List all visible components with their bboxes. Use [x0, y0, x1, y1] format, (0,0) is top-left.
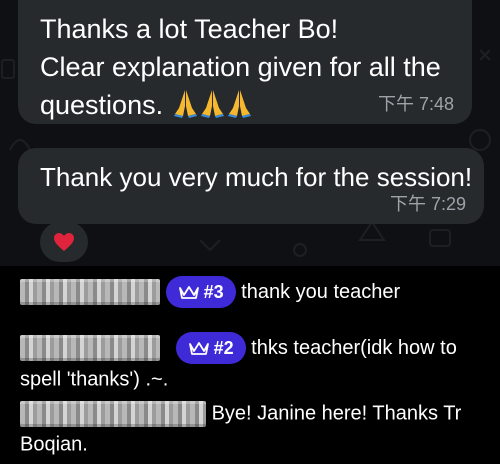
- reaction-chip[interactable]: [40, 222, 88, 262]
- message-timestamp: 下午 7:48: [377, 94, 454, 114]
- comment-item: Bye! Janine here! Thanks Tr Boqian.: [20, 398, 490, 459]
- praying-hands-icon: [227, 90, 251, 118]
- rank-badge: #3: [165, 276, 236, 308]
- rank-label: #2: [213, 338, 234, 358]
- message-bubble[interactable]: Thank you very much for the session! 下午 …: [18, 148, 484, 224]
- rank-badge: #2: [175, 332, 246, 364]
- praying-hands-icon: [200, 90, 224, 118]
- comment-text: thank you teacher: [241, 281, 401, 303]
- message-line: questions.: [40, 90, 164, 120]
- heart-icon: [54, 233, 74, 251]
- blurred-username: [20, 400, 206, 427]
- blurred-username: [20, 335, 160, 361]
- chat-area: Thanks a lot Teacher Bo! Clear explanati…: [0, 0, 500, 266]
- message-line: Clear explanation given for all the: [40, 52, 441, 82]
- praying-hands-icon: [173, 90, 197, 118]
- crown-icon: [188, 342, 209, 355]
- comment-item: #3 thank you teacher: [20, 276, 490, 308]
- message-timestamp: 下午 7:29: [389, 194, 466, 214]
- rank-label: #3: [203, 282, 224, 302]
- crown-icon: [178, 286, 199, 299]
- blurred-username: [20, 279, 160, 305]
- comment-item: #2 thks teacher(idk how to spell 'thanks…: [20, 332, 490, 395]
- message-line: Thanks a lot Teacher Bo!: [40, 14, 339, 44]
- message-bubble[interactable]: Thanks a lot Teacher Bo! Clear explanati…: [18, 0, 472, 124]
